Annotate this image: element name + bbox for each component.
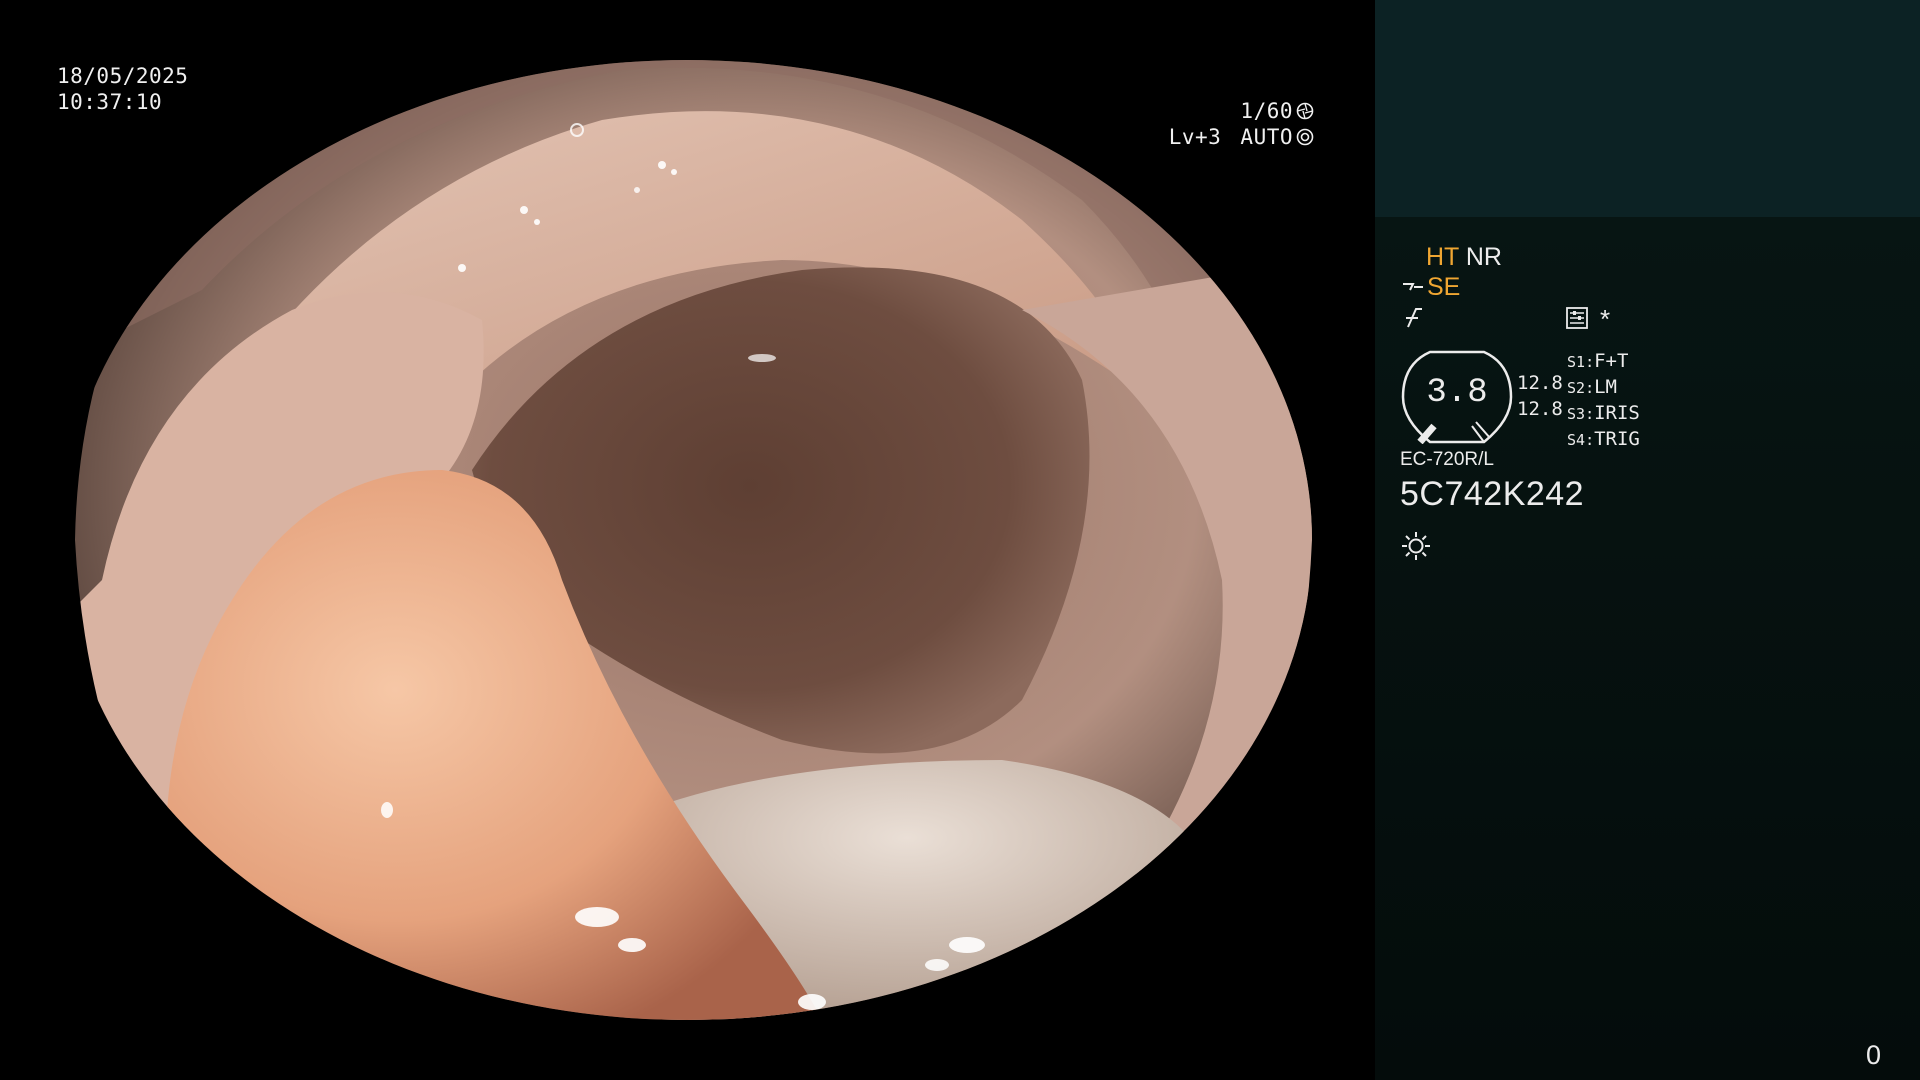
date-label: 18/05/2025 xyxy=(57,64,189,88)
se-label: SE xyxy=(1427,273,1461,301)
frame-counter: 0 xyxy=(1866,1040,1882,1070)
switch-row: S4:TRIG xyxy=(1567,428,1640,450)
status-panel xyxy=(1375,217,1920,1080)
structure-enhance-row: SE xyxy=(1401,273,1460,302)
shutter-icon xyxy=(1296,102,1314,120)
side-value-2: 12.8 xyxy=(1517,398,1563,420)
structure-enhance-icon xyxy=(1403,282,1423,290)
gauge-side-values: 12.8 12.8 xyxy=(1517,370,1563,422)
exposure-info: 1/60 Lv+3 AUTO xyxy=(1169,98,1314,150)
time-label: 10:37:10 xyxy=(57,90,163,114)
asterisk-mark: * xyxy=(1600,304,1611,334)
switch-row: S3:IRIS xyxy=(1567,402,1640,424)
panel-top-area xyxy=(1375,0,1920,217)
iris-icon xyxy=(1296,128,1314,146)
scope-model: EC-720R/L xyxy=(1400,449,1494,470)
gauge-value: 3.8 xyxy=(1426,374,1488,412)
side-value-1: 12.8 xyxy=(1517,372,1563,394)
switch-row: S2:LM xyxy=(1567,376,1617,398)
enhancement-icon xyxy=(1406,308,1422,328)
light-level: Lv+3 xyxy=(1168,125,1222,149)
endoscopic-image xyxy=(62,60,1312,1020)
scope-serial-number: 5C742K242 xyxy=(1400,475,1585,513)
endoscopy-monitor: 18/05/2025 10:37:10 1/60 Lv+3 AUTO HT NR xyxy=(0,0,1920,1080)
date-time: 18/05/2025 10:37:10 xyxy=(57,63,188,115)
ht-label: HT xyxy=(1426,243,1459,271)
menu-icon xyxy=(1566,307,1588,329)
brightness-sun-icon xyxy=(1402,532,1430,560)
image-processing-row: HT NR xyxy=(1426,243,1502,272)
iris-mode: AUTO xyxy=(1240,125,1293,149)
scope-switch-list: S1:F+T S2:LM S3:IRIS S4:TRIG xyxy=(1567,349,1640,453)
switch-row: S1:F+T xyxy=(1567,350,1629,372)
nr-label: NR xyxy=(1465,243,1502,271)
shutter-speed: 1/60 xyxy=(1240,99,1293,123)
